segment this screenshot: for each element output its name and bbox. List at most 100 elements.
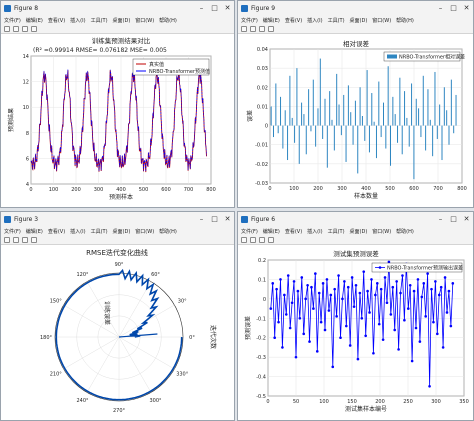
menu-file[interactable]: 文件(F) — [4, 17, 21, 24]
error-point — [339, 336, 342, 340]
x-tick-label: 0 — [29, 187, 32, 193]
menu-file[interactable]: 文件(F) — [241, 17, 258, 24]
menu-window[interactable]: 窗口(W) — [135, 17, 154, 24]
x-tick-label: 800 — [206, 187, 216, 193]
y-tick-label: 6 — [26, 156, 29, 162]
y-tick-label: -0.1 — [256, 316, 266, 322]
new-figure-icon[interactable] — [4, 237, 10, 243]
error-point — [327, 309, 331, 312]
error-point — [360, 316, 364, 320]
title-bar[interactable]: Figure 8 – □ ✕ — [1, 1, 234, 15]
minimize-icon[interactable]: – — [434, 215, 447, 223]
menu-insert[interactable]: 插入(I) — [307, 228, 322, 235]
close-icon[interactable]: ✕ — [221, 4, 234, 12]
error-point — [292, 280, 296, 283]
chart-subtitle: (R² =0.99914 RMSE= 0.076182 MSE= 0.005 — [33, 47, 167, 54]
save-icon[interactable] — [259, 237, 265, 243]
error-point — [281, 346, 284, 349]
error-point — [348, 344, 352, 347]
menu-tools[interactable]: 工具(T) — [328, 17, 345, 24]
maximize-icon[interactable]: □ — [447, 4, 460, 12]
y-tick-label: -0.4 — [256, 375, 266, 381]
save-icon[interactable] — [22, 26, 28, 32]
menu-desktop[interactable]: 桌面(D) — [350, 228, 368, 235]
open-file-icon[interactable] — [250, 26, 256, 32]
menu-edit[interactable]: 编辑(E) — [263, 17, 280, 24]
close-icon[interactable]: ✕ — [221, 215, 234, 223]
maximize-icon[interactable]: □ — [447, 215, 460, 223]
menu-view[interactable]: 查看(V) — [285, 17, 302, 24]
menu-tools[interactable]: 工具(T) — [328, 228, 345, 235]
minimize-icon[interactable]: – — [195, 215, 208, 223]
new-figure-icon[interactable] — [241, 237, 247, 243]
menu-help[interactable]: 帮助(H) — [159, 17, 177, 24]
x-tick-label: 300 — [431, 399, 441, 405]
title-bar[interactable]: Figure 9 – □ ✕ — [238, 1, 473, 15]
legend-label: NRBO-Transformer相对误差 — [399, 54, 465, 61]
new-figure-icon[interactable] — [4, 26, 10, 32]
menu-insert[interactable]: 插入(I) — [307, 17, 322, 24]
figure-canvas: 测试集预测误差 0 50 100 150 200 250 300 350 -0.5 -0.4 -0.3… — [238, 245, 473, 420]
y-tick-label: -0.02 — [255, 162, 268, 168]
y-tick-label: 0 — [263, 297, 266, 303]
menu-desktop[interactable]: 桌面(D) — [350, 17, 368, 24]
menu-tools[interactable]: 工具(T) — [91, 228, 108, 235]
menu-edit[interactable]: 编辑(E) — [263, 228, 280, 235]
menu-window[interactable]: 窗口(W) — [372, 17, 391, 24]
menu-insert[interactable]: 插入(I) — [70, 228, 85, 235]
save-icon[interactable] — [22, 237, 28, 243]
save-icon[interactable] — [259, 26, 265, 32]
matlab-icon — [4, 215, 11, 223]
maximize-icon[interactable]: □ — [208, 4, 221, 12]
menu-help[interactable]: 帮助(H) — [396, 17, 414, 24]
menu-help[interactable]: 帮助(H) — [396, 228, 414, 235]
error-point — [385, 301, 389, 305]
y-axis-label: 误差 — [246, 110, 254, 122]
x-tick-label: 100 — [319, 399, 329, 405]
open-file-icon[interactable] — [13, 26, 19, 32]
minimize-icon[interactable]: – — [434, 4, 447, 12]
menu-edit[interactable]: 编辑(E) — [26, 228, 43, 235]
print-icon[interactable] — [268, 237, 274, 243]
x-tick-label: 600 — [409, 186, 419, 192]
open-file-icon[interactable] — [250, 237, 256, 243]
menu-insert[interactable]: 插入(I) — [70, 17, 85, 24]
print-icon[interactable] — [268, 26, 274, 32]
chart-title: 测试集预测误差 — [333, 249, 379, 258]
title-bar[interactable]: Figure 6 – □ ✕ — [238, 212, 473, 226]
menu-view[interactable]: 查看(V) — [285, 228, 302, 235]
y-tick-label: 12 — [23, 80, 29, 86]
menu-edit[interactable]: 编辑(E) — [26, 17, 43, 24]
maximize-icon[interactable]: □ — [208, 215, 221, 223]
menu-file[interactable]: 文件(F) — [241, 228, 258, 235]
menu-window[interactable]: 窗口(W) — [135, 228, 154, 235]
menu-desktop[interactable]: 桌面(D) — [113, 17, 131, 24]
error-point — [451, 282, 455, 285]
figure-8-window: Figure 8 – □ ✕ 文件(F) 编辑(E) 查看(V) 插入(I) 工具(… — [0, 0, 235, 208]
error-point — [319, 320, 323, 324]
menu-view[interactable]: 查看(V) — [48, 17, 65, 24]
x-tick-label: 200 — [375, 399, 385, 405]
x-tick-label: 700 — [433, 186, 443, 192]
menu-tools[interactable]: 工具(T) — [91, 17, 108, 24]
title-bar[interactable]: Figure 3 – □ ✕ — [1, 212, 234, 226]
angle-tick-label: 60° — [151, 272, 160, 278]
x-tick-label: 250 — [403, 399, 413, 405]
print-icon[interactable] — [31, 26, 37, 32]
y-tick-label: 0 — [265, 124, 268, 130]
menu-view[interactable]: 查看(V) — [48, 228, 65, 235]
error-point — [300, 276, 304, 279]
menu-window[interactable]: 窗口(W) — [372, 228, 391, 235]
close-icon[interactable]: ✕ — [460, 215, 473, 223]
new-figure-icon[interactable] — [241, 26, 247, 32]
print-icon[interactable] — [31, 237, 37, 243]
open-file-icon[interactable] — [13, 237, 19, 243]
minimize-icon[interactable]: – — [195, 4, 208, 12]
menu-desktop[interactable]: 桌面(D) — [113, 228, 131, 235]
error-point — [312, 307, 315, 310]
close-icon[interactable]: ✕ — [460, 4, 473, 12]
x-tick-label: 150 — [347, 399, 357, 405]
menu-help[interactable]: 帮助(H) — [159, 228, 177, 235]
error-point — [443, 276, 447, 279]
menu-file[interactable]: 文件(F) — [4, 228, 21, 235]
